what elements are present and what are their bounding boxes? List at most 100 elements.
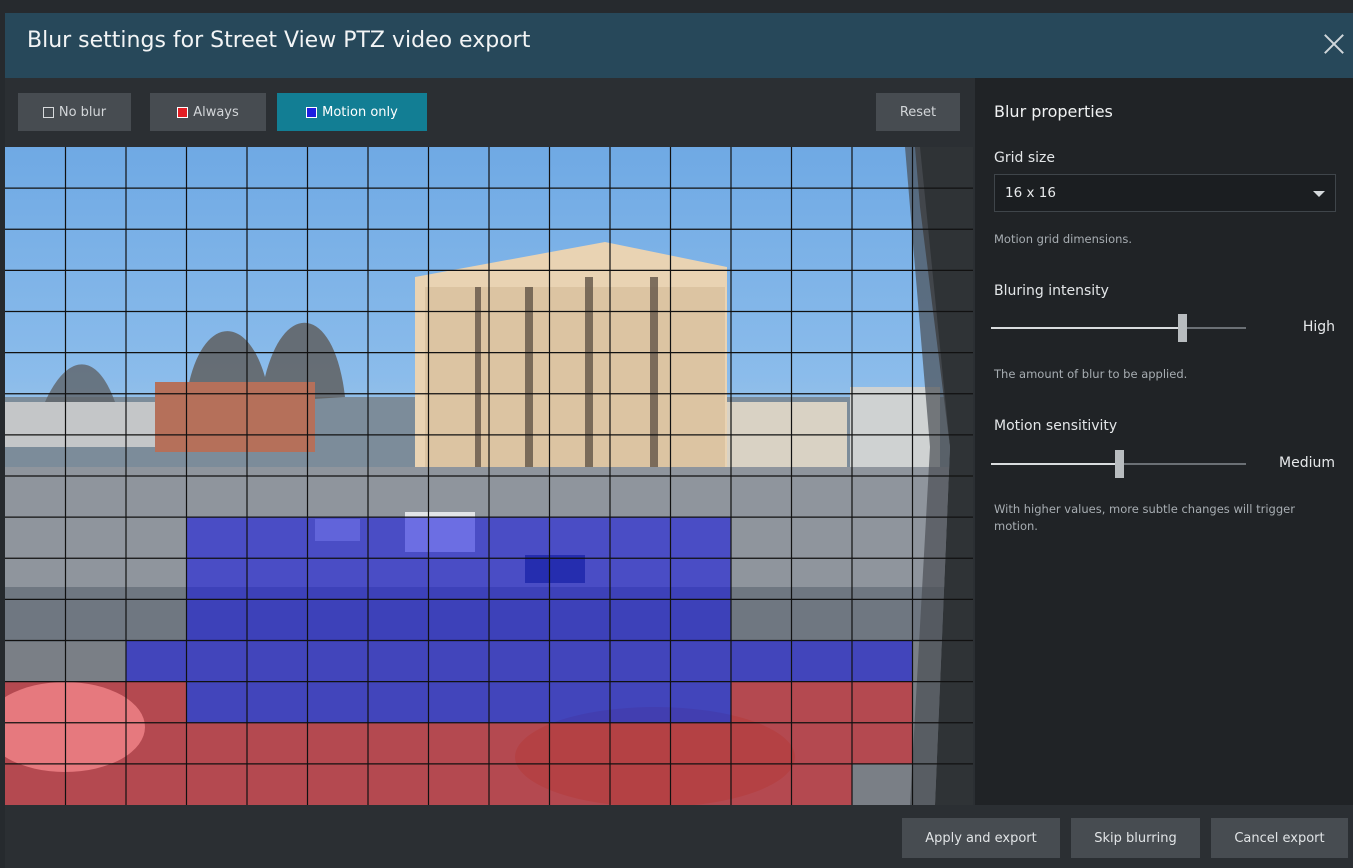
grid-cell-motion[interactable] (731, 640, 792, 682)
grid-cell-motion[interactable] (247, 517, 308, 559)
grid-cell-motion[interactable] (428, 681, 490, 723)
grid-cell-motion[interactable] (307, 640, 369, 682)
grid-cell-motion[interactable] (247, 681, 308, 723)
blur-grid-overlay[interactable] (5, 147, 973, 805)
grid-cell-motion[interactable] (670, 558, 732, 600)
grid-cell-motion[interactable] (307, 599, 369, 641)
grid-cell-motion[interactable] (610, 599, 671, 641)
grid-cell-motion[interactable] (368, 599, 429, 641)
cancel-export-button[interactable]: Cancel export (1211, 818, 1348, 858)
grid-cell-motion[interactable] (791, 640, 853, 682)
grid-cell-motion[interactable] (549, 681, 611, 723)
reset-button[interactable]: Reset (876, 93, 960, 131)
grid-cell-motion[interactable] (307, 517, 369, 559)
grid-cell-always[interactable] (670, 722, 732, 764)
grid-cell-always[interactable] (65, 722, 127, 764)
grid-cell-motion[interactable] (549, 640, 611, 682)
grid-cell-always[interactable] (549, 763, 611, 805)
grid-cell-motion[interactable] (489, 517, 550, 559)
grid-cell-always[interactable] (610, 763, 671, 805)
always-blur-button[interactable]: Always (150, 93, 266, 131)
grid-cell-always[interactable] (489, 722, 550, 764)
grid-cell-motion[interactable] (670, 640, 732, 682)
grid-cell-motion[interactable] (670, 517, 732, 559)
apply-and-export-button[interactable]: Apply and export (902, 818, 1060, 858)
grid-cell-motion[interactable] (610, 640, 671, 682)
grid-cell-always[interactable] (307, 763, 369, 805)
grid-cell-always[interactable] (65, 681, 127, 723)
grid-cell-motion[interactable] (549, 558, 611, 600)
grid-cell-always[interactable] (368, 722, 429, 764)
grid-cell-always[interactable] (307, 722, 369, 764)
grid-cell-motion[interactable] (428, 640, 490, 682)
grid-cell-motion[interactable] (186, 640, 248, 682)
grid-cell-motion[interactable] (428, 517, 490, 559)
grid-cell-always[interactable] (670, 763, 732, 805)
grid-cell-always[interactable] (186, 763, 248, 805)
grid-cell-always[interactable] (428, 763, 490, 805)
grid-cell-always[interactable] (428, 722, 490, 764)
grid-cell-motion[interactable] (186, 517, 248, 559)
grid-cell-always[interactable] (186, 722, 248, 764)
grid-cell-motion[interactable] (670, 681, 732, 723)
grid-cell-motion[interactable] (489, 681, 550, 723)
grid-cell-motion[interactable] (186, 558, 248, 600)
grid-cell-motion[interactable] (247, 599, 308, 641)
grid-cell-motion[interactable] (670, 599, 732, 641)
grid-cell-always[interactable] (5, 722, 66, 764)
grid-cell-always[interactable] (549, 722, 611, 764)
grid-cell-always[interactable] (126, 681, 187, 723)
grid-cell-motion[interactable] (126, 640, 187, 682)
grid-cell-always[interactable] (126, 763, 187, 805)
grid-cell-motion[interactable] (489, 640, 550, 682)
grid-cell-always[interactable] (5, 681, 66, 723)
grid-cell-motion[interactable] (307, 558, 369, 600)
grid-cell-motion[interactable] (489, 558, 550, 600)
grid-cell-motion[interactable] (368, 558, 429, 600)
grid-cell-always[interactable] (731, 722, 792, 764)
grid-cell-always[interactable] (852, 681, 913, 723)
grid-cell-motion[interactable] (428, 558, 490, 600)
grid-cell-always[interactable] (852, 722, 913, 764)
grid-cell-motion[interactable] (368, 640, 429, 682)
grid-cell-always[interactable] (126, 722, 187, 764)
grid-cell-motion[interactable] (549, 517, 611, 559)
grid-cell-always[interactable] (489, 763, 550, 805)
grid-cell-motion[interactable] (368, 681, 429, 723)
grid-cell-always[interactable] (368, 763, 429, 805)
skip-blurring-button[interactable]: Skip blurring (1071, 818, 1200, 858)
grid-cell-always[interactable] (247, 763, 308, 805)
grid-cell-always[interactable] (5, 763, 66, 805)
motion-only-button[interactable]: Motion only (277, 93, 427, 131)
grid-cell-always[interactable] (610, 722, 671, 764)
grid-cell-motion[interactable] (186, 599, 248, 641)
grid-cell-motion[interactable] (610, 681, 671, 723)
grid-cell-motion[interactable] (307, 681, 369, 723)
grid-cell-motion[interactable] (247, 558, 308, 600)
grid-cell-motion[interactable] (610, 517, 671, 559)
grid-cell-motion[interactable] (428, 599, 490, 641)
grid-cell-always[interactable] (791, 763, 853, 805)
grid-cell-motion[interactable] (852, 640, 913, 682)
motion-sensitivity-thumb[interactable] (1114, 450, 1124, 478)
grid-cell-motion[interactable] (489, 599, 550, 641)
grid-cell-always[interactable] (731, 763, 792, 805)
grid-cell-always[interactable] (791, 681, 853, 723)
blur-intensity-slider[interactable] (991, 314, 1246, 342)
grid-size-select[interactable]: 16 x 16 (994, 174, 1336, 212)
no-blur-button[interactable]: No blur (18, 93, 131, 131)
blur-intensity-thumb[interactable] (1178, 314, 1188, 342)
grid-cell-motion[interactable] (368, 517, 429, 559)
grid-cell-motion[interactable] (247, 640, 308, 682)
grid-cell-motion[interactable] (610, 558, 671, 600)
grid-cell-always[interactable] (791, 722, 853, 764)
video-frame[interactable] (5, 147, 973, 805)
grid-cell-always[interactable] (65, 763, 127, 805)
grid-cell-always[interactable] (247, 722, 308, 764)
grid-cell-motion[interactable] (549, 599, 611, 641)
grid-cell-motion[interactable] (186, 681, 248, 723)
blur-intensity-help: The amount of blur to be applied. (994, 367, 1188, 381)
motion-sensitivity-slider[interactable] (991, 450, 1246, 478)
close-icon[interactable] (1321, 31, 1347, 57)
grid-cell-always[interactable] (731, 681, 792, 723)
